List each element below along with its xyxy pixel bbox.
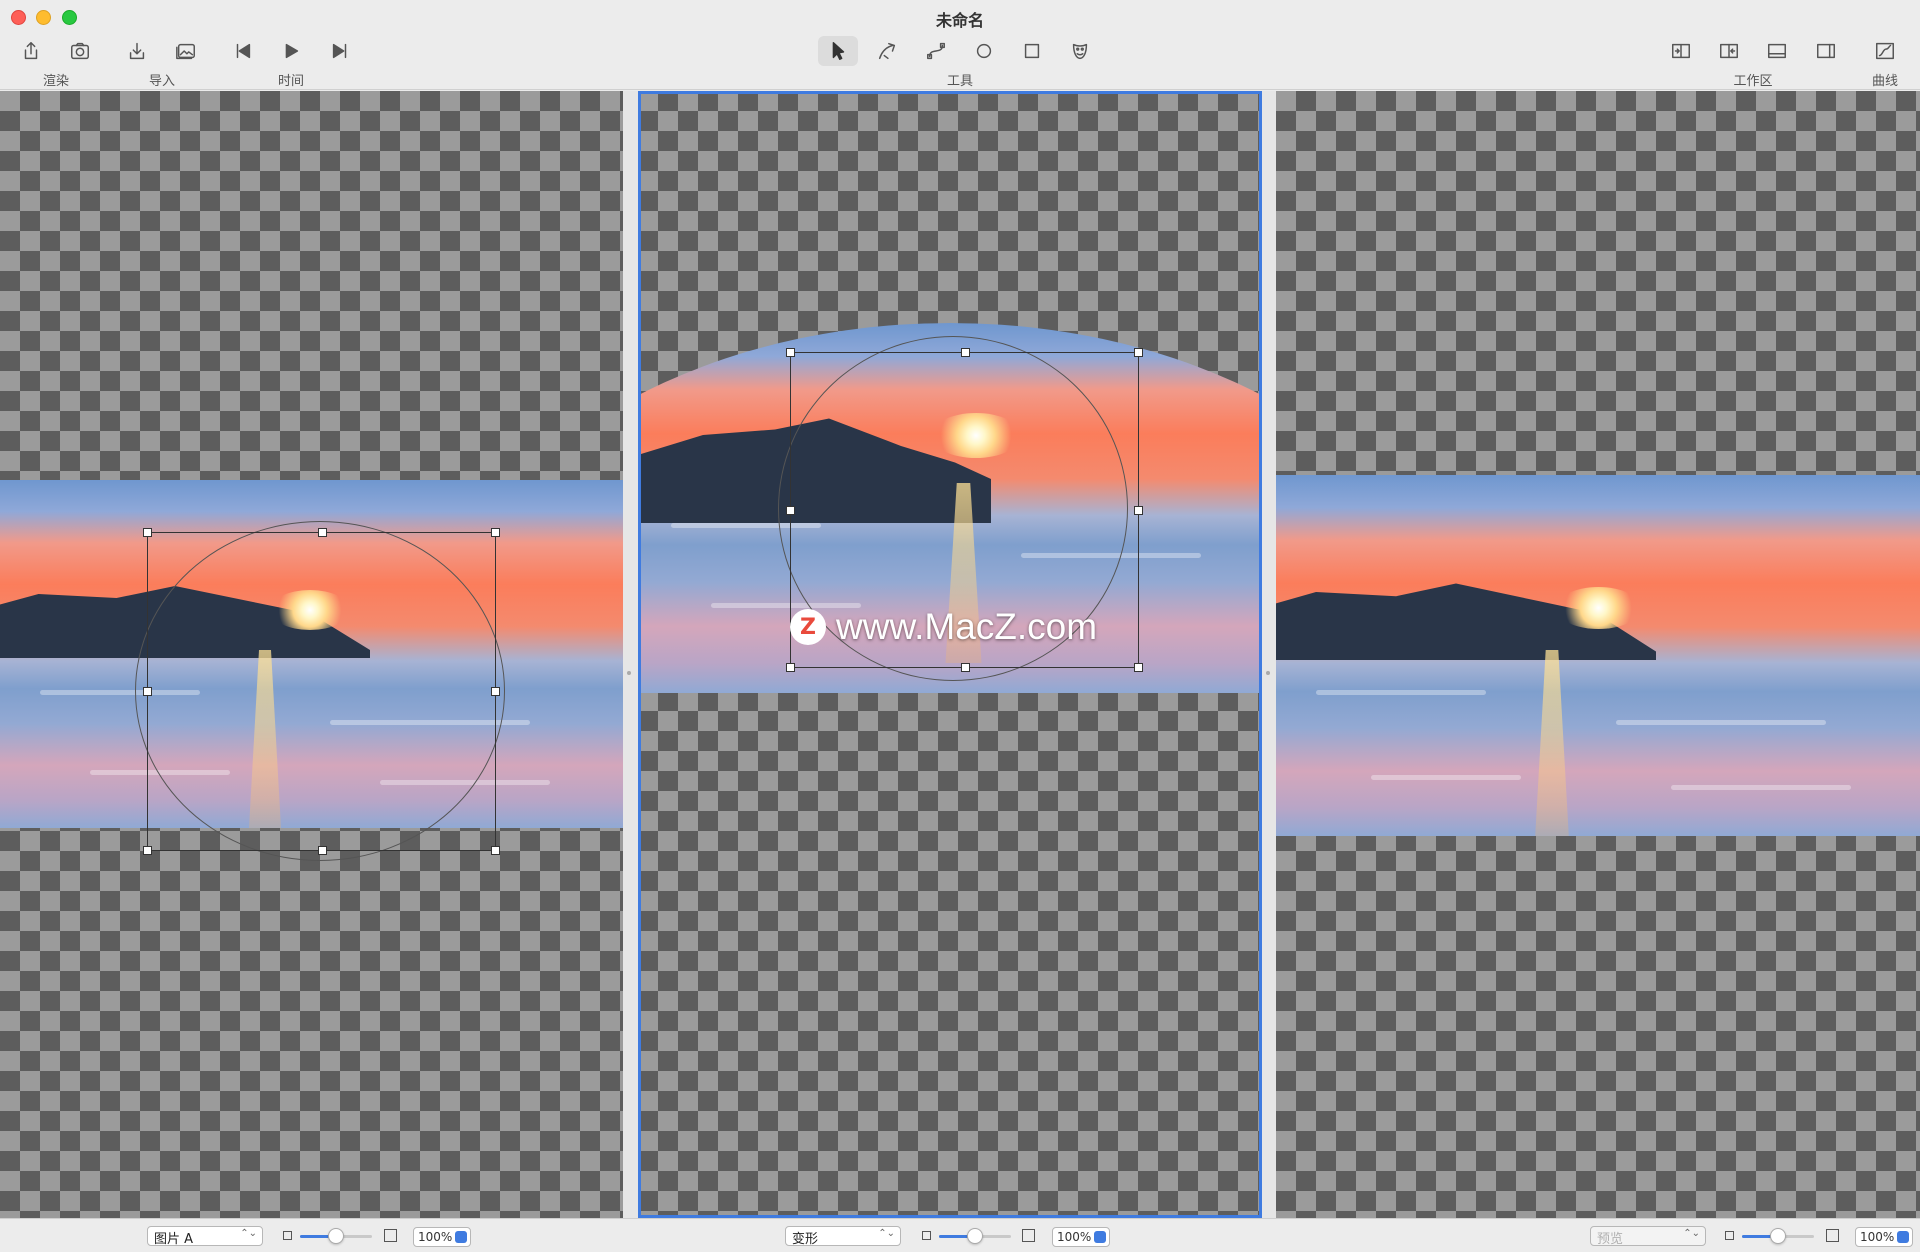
handle-middle-right[interactable]: [491, 687, 500, 696]
zoom-out-icon[interactable]: [1725, 1231, 1734, 1240]
zoom-out-icon[interactable]: [922, 1231, 931, 1240]
handle-bottom-right[interactable]: [491, 846, 500, 855]
toolbar: 未命名 渲染 导入 时间 工具 工作区 曲线: [0, 0, 1920, 90]
handle-top-right[interactable]: [1134, 348, 1143, 357]
download-icon: [129, 42, 145, 60]
workspace-layout-1-button[interactable]: [1661, 36, 1701, 66]
handle-top-center[interactable]: [961, 348, 970, 357]
handle-top-left[interactable]: [786, 348, 795, 357]
next-frame-button[interactable]: [320, 36, 360, 66]
photos-icon: [176, 43, 195, 60]
zoom-in-icon[interactable]: [1022, 1229, 1035, 1242]
rectangle-tool-button[interactable]: [1012, 36, 1052, 66]
zoom-in-icon[interactable]: [1826, 1229, 1839, 1242]
circle-icon: [976, 43, 992, 59]
skip-back-icon: [236, 43, 251, 59]
watermark-text: www.MacZ.com: [836, 606, 1098, 647]
zoom-value: 100%: [1057, 1230, 1092, 1244]
face-tool-button[interactable]: [1060, 36, 1100, 66]
time-group-label: 时间: [277, 74, 304, 89]
zoom-slider-center[interactable]: [939, 1228, 1011, 1244]
play-icon: [285, 43, 299, 59]
zoom-value: 100%: [1860, 1230, 1895, 1244]
toggle-bottom-panel-button[interactable]: [1757, 36, 1797, 66]
mode-popup[interactable]: 变形 ⌃⌄: [785, 1226, 901, 1247]
warp-canvas[interactable]: [638, 91, 1262, 1218]
preview-label: 预览: [1597, 1232, 1624, 1247]
warp-pen-tool-button[interactable]: [867, 36, 907, 66]
preview-image: [1276, 475, 1920, 836]
handle-top-left[interactable]: [143, 528, 152, 537]
split-out-icon: [1720, 43, 1738, 59]
bezier-tool-button[interactable]: [916, 36, 956, 66]
zoom-dropdown-icon[interactable]: [1094, 1231, 1106, 1243]
handle-top-center[interactable]: [318, 528, 327, 537]
import-group-label: 导入: [148, 74, 175, 89]
workspace-layout-2-button[interactable]: [1709, 36, 1749, 66]
curves-group-label: 曲线: [1871, 74, 1898, 89]
popup-arrows-icon: ⌃⌄: [878, 1228, 895, 1239]
play-button[interactable]: [271, 36, 311, 66]
pane-divider-right[interactable]: [1262, 91, 1276, 1218]
popup-arrows-icon: ⌃⌄: [240, 1228, 257, 1239]
mode-label: 变形: [792, 1232, 819, 1247]
import-image-button[interactable]: [166, 36, 206, 66]
curves-button[interactable]: [1865, 36, 1905, 66]
curve-graph-icon: [1876, 42, 1894, 60]
previous-frame-button[interactable]: [223, 36, 263, 66]
zoom-field-right[interactable]: 100%: [1855, 1227, 1913, 1247]
select-tool-button[interactable]: [818, 36, 858, 66]
tools-group-label: 工具: [946, 74, 973, 89]
pen-curve-icon: [878, 42, 896, 60]
bottom-panel-icon: [1768, 43, 1786, 59]
pane-divider-left[interactable]: [623, 91, 638, 1218]
watermark-logo: Z: [790, 609, 826, 645]
zoom-slider-right[interactable]: [1742, 1228, 1814, 1244]
zoom-in-icon[interactable]: [384, 1229, 397, 1242]
handle-middle-left[interactable]: [786, 506, 795, 515]
source-image-canvas[interactable]: [0, 91, 623, 1218]
bottom-bar: 图片 A ⌃⌄ 100% 变形 ⌃⌄ 100% 预览 ⌃⌄ 100%: [0, 1218, 1920, 1252]
handle-bottom-right[interactable]: [1134, 663, 1143, 672]
toggle-sidebar-button[interactable]: [1806, 36, 1846, 66]
handle-middle-left[interactable]: [143, 687, 152, 696]
handle-bottom-left[interactable]: [143, 846, 152, 855]
bezier-path-icon: [927, 42, 945, 60]
image-source-popup[interactable]: 图片 A ⌃⌄: [147, 1226, 263, 1247]
square-icon: [1024, 43, 1040, 59]
ellipse-tool-button[interactable]: [964, 36, 1004, 66]
zoom-field-center[interactable]: 100%: [1052, 1227, 1110, 1247]
handle-bottom-center[interactable]: [318, 846, 327, 855]
share-export-button[interactable]: [11, 36, 51, 66]
face-mask-icon: [1072, 43, 1088, 60]
handle-bottom-center[interactable]: [961, 663, 970, 672]
image-source-label: 图片 A: [154, 1232, 194, 1247]
pointer-icon: [832, 42, 845, 60]
split-in-icon: [1672, 43, 1690, 59]
zoom-field-left[interactable]: 100%: [413, 1227, 471, 1247]
render-group-label: 渲染: [42, 74, 69, 89]
share-icon: [24, 42, 38, 60]
zoom-dropdown-icon[interactable]: [455, 1231, 467, 1243]
right-sidebar-icon: [1817, 43, 1835, 59]
preview-popup: 预览 ⌃⌄: [1590, 1226, 1706, 1247]
import-button[interactable]: [117, 36, 157, 66]
popup-arrows-icon: ⌃⌄: [1683, 1228, 1700, 1239]
zoom-out-icon[interactable]: [283, 1231, 292, 1240]
window-title: 未命名: [935, 11, 984, 30]
watermark: Z www.MacZ.com: [790, 606, 1097, 648]
handle-middle-right[interactable]: [1134, 506, 1143, 515]
workspace-group-label: 工作区: [1733, 74, 1773, 89]
zoom-slider-left[interactable]: [300, 1228, 372, 1244]
camera-icon: [71, 42, 89, 60]
handle-top-right[interactable]: [491, 528, 500, 537]
warp-selection-box[interactable]: [143, 528, 500, 855]
zoom-dropdown-icon[interactable]: [1897, 1231, 1909, 1243]
zoom-value: 100%: [418, 1230, 453, 1244]
handle-bottom-left[interactable]: [786, 663, 795, 672]
preview-canvas[interactable]: [1276, 91, 1920, 1218]
snapshot-button[interactable]: [60, 36, 100, 66]
skip-forward-icon: [332, 43, 347, 59]
